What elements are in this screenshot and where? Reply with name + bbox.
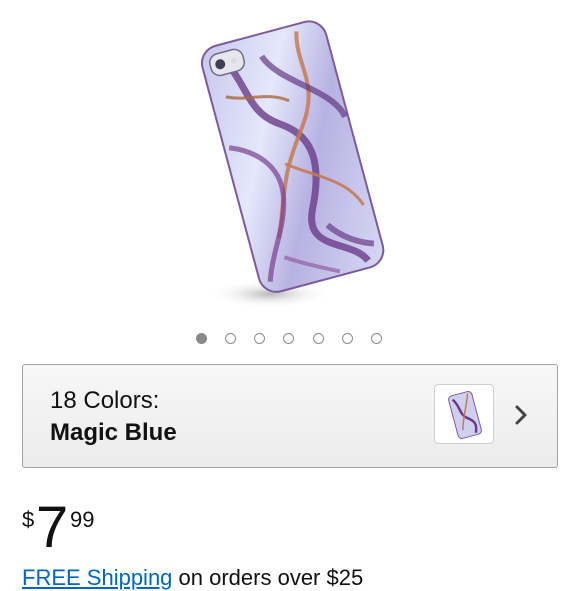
shipping-condition: on orders over $25 [172, 565, 364, 590]
price-fraction: 99 [70, 507, 95, 532]
carousel-dot-2[interactable] [225, 333, 236, 344]
carousel-dot-5[interactable] [313, 333, 324, 344]
selected-variant-name: Magic Blue [50, 419, 177, 446]
free-shipping-link[interactable]: FREE Shipping [22, 565, 172, 590]
carousel-dot-4[interactable] [283, 333, 294, 344]
carousel-dot-1[interactable] [196, 333, 207, 344]
chevron-right-icon[interactable] [511, 402, 531, 428]
image-carousel-indicator [0, 333, 580, 349]
variant-count-label: 18 Colors: [50, 387, 160, 414]
carousel-dot-3[interactable] [254, 333, 265, 344]
price-whole: 7 [36, 495, 69, 560]
product-image[interactable] [190, 12, 400, 312]
color-variant-selector[interactable]: 18 Colors: Magic Blue [22, 364, 558, 468]
carousel-dot-7[interactable] [371, 333, 382, 344]
marble-phone-case-thumbnail-icon [448, 391, 482, 439]
shipping-info: FREE Shipping on orders over $25 [22, 565, 363, 591]
price-currency: $ [22, 507, 35, 532]
marble-phone-case-icon [200, 20, 385, 308]
carousel-dot-6[interactable] [342, 333, 353, 344]
variant-thumbnail [434, 384, 494, 444]
